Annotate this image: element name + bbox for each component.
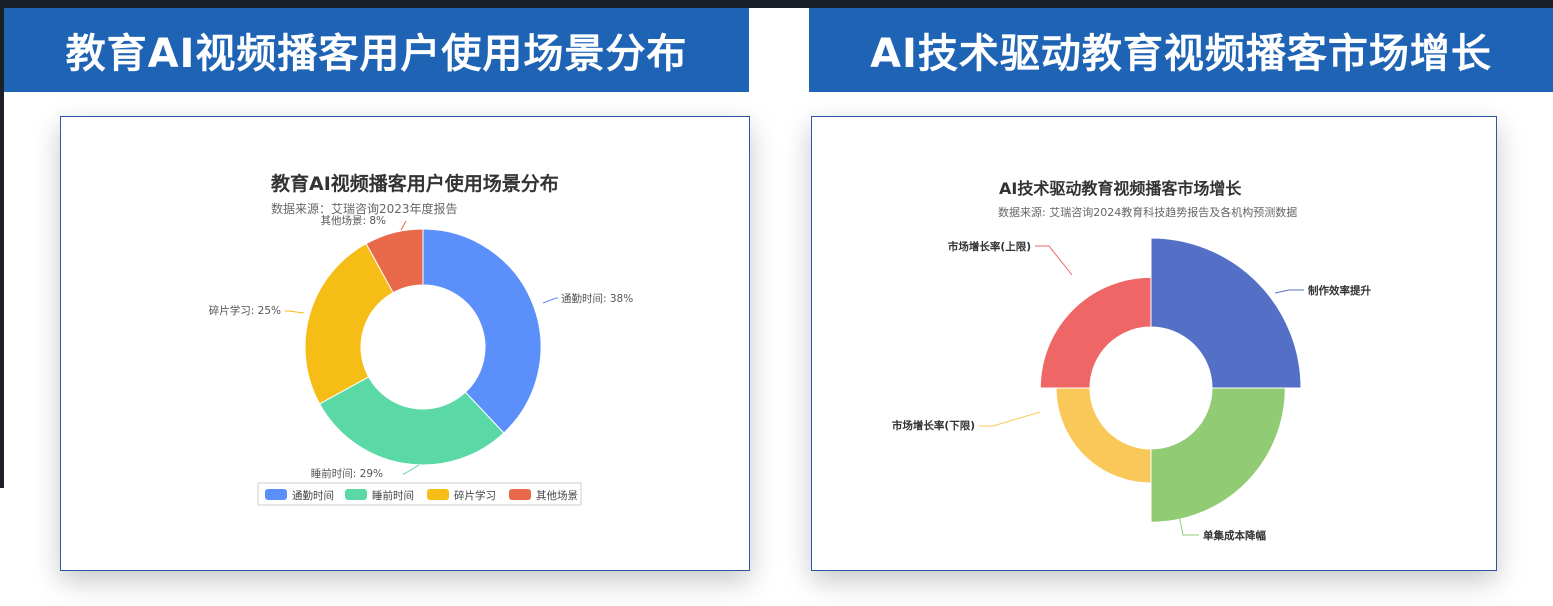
legend-label: 碎片学习 <box>454 489 496 502</box>
legend-swatch <box>509 489 531 500</box>
donut-chart-panel: 教育AI视频播客用户使用场景分布 数据来源：艾瑞咨询2023年度报告 通勤时间:… <box>60 116 750 571</box>
slice-data-label: 碎片学习: 25% <box>209 304 281 317</box>
slice-data-label: 通勤时间: 38% <box>561 292 633 305</box>
label-leader-line <box>285 310 305 314</box>
rose-chart-panel: AI技术驱动教育视频播客市场增长 数据来源: 艾瑞咨询2024教育科技趋势报告及… <box>811 116 1497 571</box>
legend-label: 其他场景 <box>536 489 578 502</box>
segment-category-label: 市场增长率(上限) <box>948 240 1031 253</box>
legend-swatch <box>265 489 287 500</box>
rose-segment-item <box>1150 237 1302 389</box>
label-leader-line <box>403 464 420 475</box>
rose-segment-item <box>1150 387 1286 523</box>
donut-slice-item <box>422 228 542 434</box>
chart-legend: 通勤时间 睡前时间 碎片学习 其他场景 <box>257 482 582 506</box>
legend-label: 通勤时间 <box>292 489 334 502</box>
legend-swatch <box>345 489 367 500</box>
segment-category-label: 市场增长率(下限) <box>892 419 975 432</box>
rose-segment-item <box>1055 387 1152 484</box>
rose-chart: AI技术驱动教育视频播客市场增长 数据来源: 艾瑞咨询2024教育科技趋势报告及… <box>892 179 1372 542</box>
legend-swatch <box>427 489 449 500</box>
label-leader-line <box>400 220 407 231</box>
slice-data-label: 其他场景: 8% <box>320 214 386 227</box>
label-leader-line <box>1274 289 1304 294</box>
chart-subtitle: 数据来源：艾瑞咨询2023年度报告 <box>271 201 458 216</box>
chart-subtitle: 数据来源: 艾瑞咨询2024教育科技趋势报告及各机构预测数据 <box>998 205 1297 219</box>
label-leader-line <box>1035 245 1073 276</box>
segment-category-label: 制作效率提升 <box>1308 284 1371 297</box>
slice-data-label: 睡前时间: 29% <box>311 467 383 480</box>
left-section-banner: 教育AI视频播客用户使用场景分布 <box>4 8 749 92</box>
right-section-banner: AI技术驱动教育视频播客市场增长 <box>809 8 1553 92</box>
segment-category-label: 单集成本降幅 <box>1203 529 1266 542</box>
chart-title: AI技术驱动教育视频播客市场增长 <box>999 179 1242 198</box>
rose-segment-item <box>1039 276 1152 389</box>
label-leader-line <box>542 297 558 304</box>
donut-chart: 教育AI视频播客用户使用场景分布 数据来源：艾瑞咨询2023年度报告 通勤时间:… <box>209 172 633 506</box>
top-dark-strip <box>0 0 1553 8</box>
legend-label: 睡前时间 <box>372 489 414 502</box>
label-leader-line <box>979 411 1041 427</box>
chart-title: 教育AI视频播客用户使用场景分布 <box>271 172 559 195</box>
